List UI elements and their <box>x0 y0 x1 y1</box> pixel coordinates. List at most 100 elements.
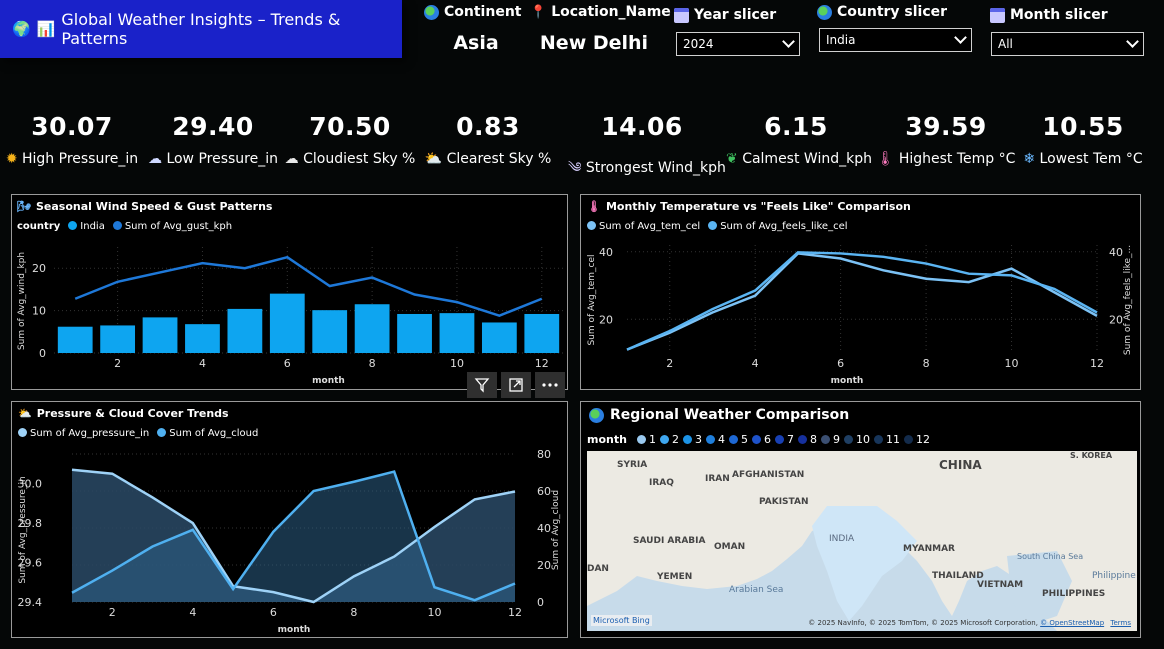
y-tick-label-right: 40 <box>537 522 551 535</box>
map-attribution: © 2025 NavInfo, © 2025 TomTom, © 2025 Mi… <box>808 619 1131 627</box>
y-tick-label: 40 <box>599 246 613 259</box>
y-axis-label: Sum of Avg_wind_kph <box>17 252 27 350</box>
x-axis-label: month <box>312 376 345 386</box>
legend-item[interactable]: 6 <box>751 433 771 446</box>
x-tick-label: 8 <box>923 357 930 370</box>
month-slicer-dropdown[interactable]: All <box>991 32 1144 56</box>
location-label-group: 📍 Location_Name <box>530 4 671 20</box>
year-slicer-label-group: Year slicer <box>674 7 776 23</box>
legend-item[interactable]: 3 <box>682 433 702 446</box>
year-slicer-dropdown[interactable]: 2024 <box>676 32 800 56</box>
kpi-value: 39.59 <box>905 112 987 141</box>
x-tick-label: 4 <box>199 357 206 370</box>
y-axis-label-right: Sum of Avg_feels_like_... <box>1123 245 1133 355</box>
gust-line <box>74 255 543 318</box>
legend-item[interactable]: 11 <box>873 433 900 446</box>
bar <box>312 310 348 353</box>
globe-icon <box>589 407 604 423</box>
kpi-low-pressure: 29.40 ☁ Low Pressure_in <box>143 112 283 167</box>
continent-value: Asia <box>453 32 499 54</box>
map-label: DAN <box>587 564 609 574</box>
continent-label-group: Continent <box>424 4 521 20</box>
legend-item[interactable]: 10 <box>843 433 870 446</box>
kpi-label: Highest Temp °C <box>898 151 1016 167</box>
kpi-value: 14.06 <box>601 112 683 141</box>
map-legend: month 1 2 3 4 5 6 7 8 9 10 11 12 <box>587 433 930 446</box>
wind-chart-panel[interactable]: 🌬 Seasonal Wind Speed & Gust Patterns co… <box>11 194 568 390</box>
month-slicer-label: Month slicer <box>1010 7 1108 23</box>
x-tick-label: 6 <box>837 357 844 370</box>
country-slicer-value: India <box>826 33 856 47</box>
bing-logo: Microsoft Bing <box>591 615 652 626</box>
terms-link[interactable]: Terms <box>1110 619 1131 627</box>
x-tick-label: 10 <box>450 357 464 370</box>
pressure-chart-panel[interactable]: ⛅ Pressure & Cloud Cover Trends Sum of A… <box>11 401 568 638</box>
bar <box>354 304 390 353</box>
legend-dot <box>728 435 738 444</box>
kpi-clearest-sky: 0.83 ⛅ Clearest Sky % <box>418 112 558 167</box>
dashboard-title: Global Weather Insights – Trends & Patte… <box>61 10 341 48</box>
map-label: PAKISTAN <box>759 497 808 507</box>
country-slicer-label-group: Country slicer <box>817 4 947 20</box>
x-tick-label: 6 <box>284 357 291 370</box>
kpi-lowest-temp: 10.55 ❄ Lowest Tem °C <box>1013 112 1153 167</box>
x-tick-label: 4 <box>189 606 196 619</box>
bar <box>142 317 178 353</box>
legend-dot <box>774 435 784 444</box>
wind-chart: 0 10 20 2 4 6 8 10 12 month Sum of Avg_wind_kph <box>17 247 563 386</box>
legend-item[interactable]: 9 <box>820 433 840 446</box>
chevron-down-icon <box>954 31 967 44</box>
kpi-label: Cloudiest Sky % <box>303 151 416 167</box>
globe-icon <box>424 4 439 20</box>
more-options-button[interactable] <box>535 372 565 398</box>
temperature-chart: 40 40 20 20 2 4 6 8 10 12 month Sum of Avg_tem_cel S… <box>587 245 1133 386</box>
map-label: MYANMAR <box>903 544 955 554</box>
filter-button[interactable] <box>467 372 497 398</box>
kpi-cloudiest-sky: 70.50 ☁ Cloudiest Sky % <box>280 112 420 167</box>
map-label: Arabian Sea <box>729 585 783 595</box>
legend-item[interactable]: 2 <box>659 433 679 446</box>
leaf-icon: ❦ <box>726 151 738 167</box>
legend-item[interactable]: 8 <box>797 433 817 446</box>
x-tick-label: 2 <box>666 357 673 370</box>
map-header: Regional Weather Comparison <box>589 407 849 423</box>
year-slicer-value: 2024 <box>683 37 714 51</box>
y-tick-label: 10 <box>32 305 46 318</box>
x-tick-label: 2 <box>109 606 116 619</box>
focus-mode-button[interactable] <box>501 372 531 398</box>
calendar-icon <box>674 7 689 23</box>
legend-dot <box>843 435 853 444</box>
x-tick-label: 10 <box>1005 357 1019 370</box>
country-slicer-dropdown[interactable]: India <box>819 28 972 52</box>
globe-icon <box>817 4 832 20</box>
osm-link[interactable]: © OpenStreetMap <box>1040 619 1104 627</box>
wind-icon: ༄ <box>568 160 582 176</box>
kpi-label: Clearest Sky % <box>446 151 552 167</box>
x-tick-label: 12 <box>1090 357 1104 370</box>
month-slicer-label-group: Month slicer <box>990 7 1108 23</box>
kpi-label: High Pressure_in <box>22 151 139 167</box>
kpi-calmest-wind: 6.15 ❦ Calmest Wind_kph <box>726 112 872 167</box>
kpi-label: Strongest Wind_kph <box>585 160 726 176</box>
legend-field: month <box>587 433 627 446</box>
legend-item[interactable]: 4 <box>705 433 725 446</box>
legend-item[interactable]: 1 <box>636 433 656 446</box>
kpi-value: 70.50 <box>309 112 391 141</box>
kpi-label: Low Pressure_in <box>166 151 278 167</box>
visual-toolbar <box>467 372 565 398</box>
snowflake-icon: ❄ <box>1023 151 1036 167</box>
x-tick-label: 10 <box>427 606 441 619</box>
legend-item[interactable]: 5 <box>728 433 748 446</box>
chevron-down-icon <box>782 35 795 48</box>
map-canvas[interactable]: SYRIA IRAQ IRAN AFGHANISTAN PAKISTAN SAU… <box>587 451 1137 631</box>
map-label: IRAQ <box>649 478 674 488</box>
legend-dot <box>705 435 715 444</box>
map-label: CHINA <box>939 458 982 472</box>
y-tick-label-right: 60 <box>537 485 551 498</box>
legend-dot <box>659 435 669 444</box>
x-tick-label: 12 <box>508 606 522 619</box>
legend-item[interactable]: 12 <box>903 433 930 446</box>
month-slicer-value: All <box>998 37 1013 51</box>
legend-item[interactable]: 7 <box>774 433 794 446</box>
temperature-chart-panel[interactable]: 🌡 Monthly Temperature vs "Feels Like" Co… <box>580 194 1141 390</box>
